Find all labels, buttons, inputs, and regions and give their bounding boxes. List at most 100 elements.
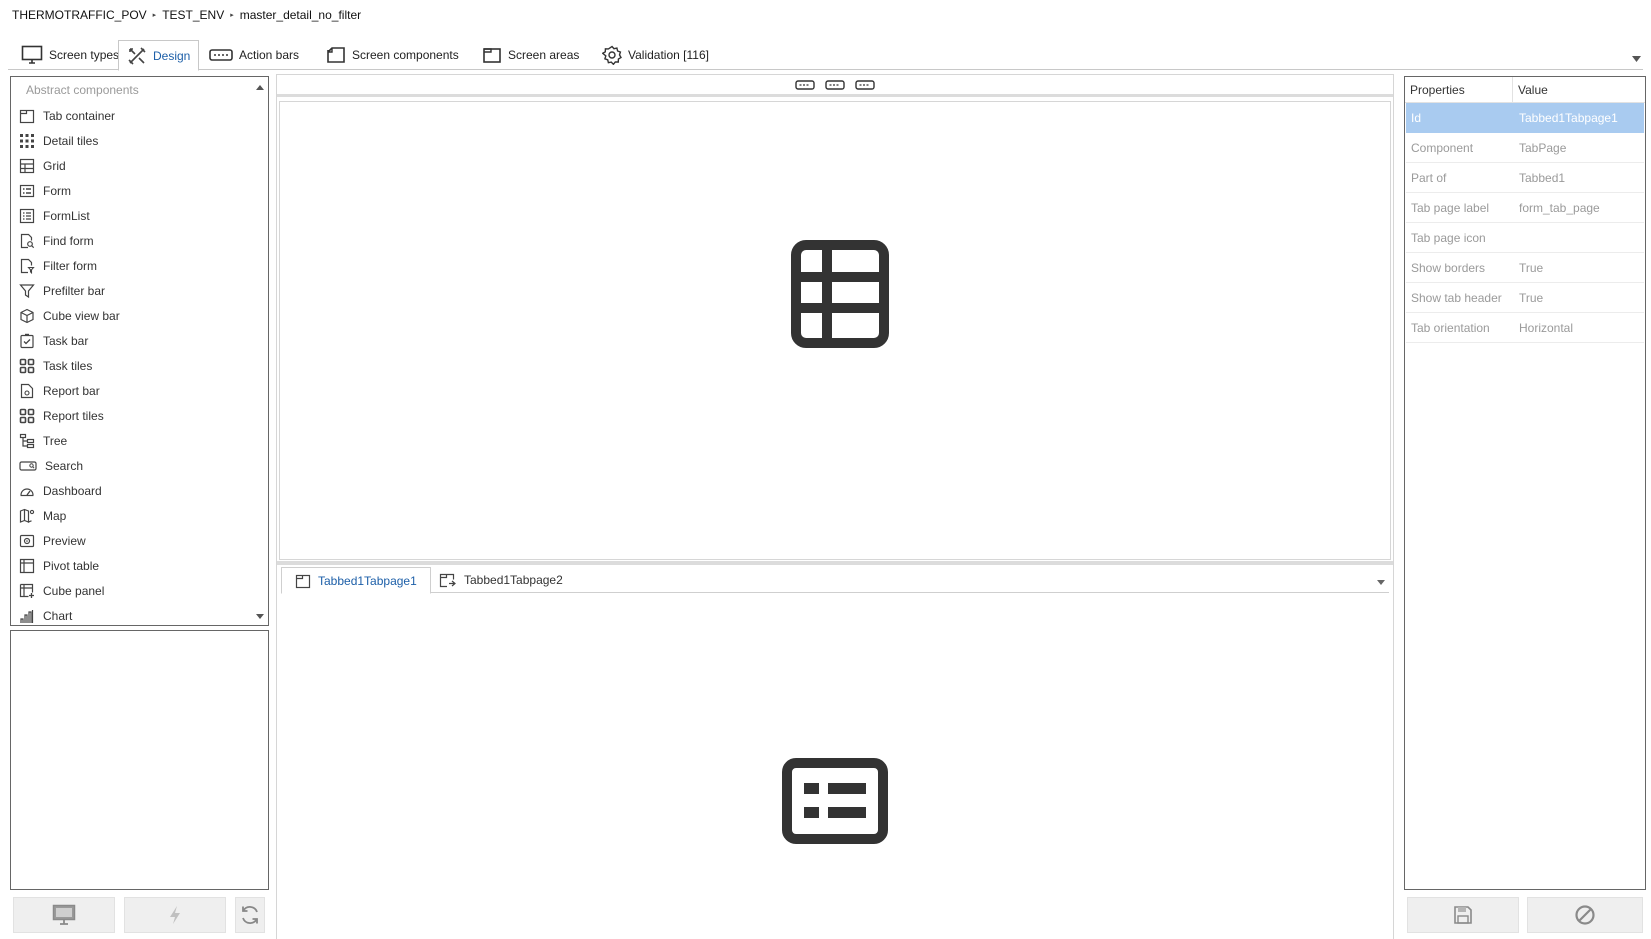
action-bar-icon[interactable]	[855, 79, 875, 90]
palette-item-label: Preview	[43, 533, 86, 548]
generate-button[interactable]	[124, 897, 226, 933]
property-value: TabPage	[1519, 140, 1567, 155]
property-row-show-tab-header[interactable]: Show tab header True	[1406, 283, 1644, 313]
palette-item-preview[interactable]: Preview	[11, 528, 268, 553]
palette-item-label: Filter form	[43, 258, 97, 273]
validation-gear-icon	[602, 45, 622, 65]
tab-page-strip: Tabbed1Tabpage1 Tabbed1Tabpage2	[281, 567, 1389, 594]
tab-design[interactable]: Design	[118, 40, 200, 71]
tab-action-bars[interactable]: Action bars	[201, 40, 307, 70]
palette-item-label: Tab container	[43, 108, 116, 123]
breadcrumb-item-env[interactable]: TEST_ENV	[162, 8, 224, 22]
palette-item-search[interactable]: Search	[11, 453, 268, 478]
funnel-icon	[19, 283, 35, 298]
palette-item-label: Search	[45, 458, 84, 473]
tab-validation[interactable]: Validation [116]	[594, 40, 717, 70]
property-key: Id	[1411, 110, 1422, 125]
palette-item-label: Cube view bar	[43, 308, 120, 323]
property-value: True	[1519, 260, 1544, 275]
tab-label: Design	[153, 48, 191, 63]
value-column-header: Value	[1518, 83, 1548, 97]
refresh-icon	[242, 906, 258, 924]
palette-item-label: Report tiles	[43, 408, 104, 423]
breadcrumb-item-project[interactable]: THERMOTRAFFIC_POV	[12, 8, 147, 22]
action-bar-icon[interactable]	[825, 79, 845, 90]
report-tiles-icon	[19, 408, 35, 423]
canvas-action-bar	[277, 75, 1393, 97]
preview-screen-button[interactable]	[13, 897, 115, 933]
palette-item-label: Grid	[43, 158, 66, 173]
top-tab-bar: Screen types Design Action bars Screen c…	[8, 40, 1643, 71]
chevron-down-icon[interactable]	[1632, 56, 1641, 62]
palette-item-detail-tiles[interactable]: Detail tiles	[11, 128, 268, 153]
scroll-down-arrow[interactable]	[255, 611, 265, 621]
property-key: Tab orientation	[1411, 320, 1490, 335]
palette-item-find-form[interactable]: Find form	[11, 228, 268, 253]
screen-areas-icon	[483, 48, 501, 63]
preview-icon	[19, 534, 35, 547]
palette-item-chart[interactable]: Chart	[11, 603, 268, 625]
master-grid-area[interactable]	[279, 101, 1391, 560]
palette-item-map[interactable]: Map	[11, 503, 268, 528]
palette-item-filter-form[interactable]: Filter form	[11, 253, 268, 278]
property-row-part-of[interactable]: Part of Tabbed1	[1406, 163, 1644, 193]
tab-page-tabbed1tabpage2[interactable]: Tabbed1Tabpage2	[426, 567, 576, 593]
tab-label: Validation [116]	[628, 48, 709, 62]
tab-page-tabbed1tabpage1[interactable]: Tabbed1Tabpage1	[281, 567, 431, 594]
palette-item-task-tiles[interactable]: Task tiles	[11, 353, 268, 378]
property-row-component[interactable]: Component TabPage	[1406, 133, 1644, 163]
palette-item-grid[interactable]: Grid	[11, 153, 268, 178]
property-row-tab-page-label[interactable]: Tab page label form_tab_page	[1406, 193, 1644, 223]
refresh-button[interactable]	[235, 897, 265, 933]
property-value: Tabbed1Tabpage1	[1519, 110, 1618, 125]
property-row-tab-orientation[interactable]: Tab orientation Horizontal	[1406, 313, 1644, 343]
palette-item-label: Report bar	[43, 383, 100, 398]
dashboard-gauge-icon	[20, 487, 34, 496]
monitor-icon	[52, 904, 76, 925]
save-button[interactable]	[1407, 897, 1519, 933]
property-row-id[interactable]: Id Tabbed1Tabpage1	[1406, 103, 1644, 133]
tab-label: Action bars	[239, 48, 300, 62]
palette-item-dashboard[interactable]: Dashboard	[11, 478, 268, 503]
grid-icon	[791, 240, 889, 348]
palette-item-task-bar[interactable]: Task bar	[11, 328, 268, 353]
palette-item-form[interactable]: Form	[11, 178, 268, 203]
property-value	[1513, 223, 1644, 252]
breadcrumb-item-screen: master_detail_no_filter	[239, 8, 362, 22]
cancel-button[interactable]	[1527, 897, 1643, 933]
palette-item-cube-view-bar[interactable]: Cube view bar	[11, 303, 268, 328]
task-bar-icon	[20, 333, 34, 348]
find-form-icon	[20, 233, 35, 248]
chevron-up-icon	[256, 84, 264, 90]
tab-label: Screen components	[352, 48, 459, 62]
palette-item-formlist[interactable]: FormList	[11, 203, 268, 228]
palette-item-tab-container[interactable]: Tab container	[11, 103, 268, 128]
action-bar-icon[interactable]	[795, 79, 815, 90]
palette-item-label: Prefilter bar	[43, 283, 106, 298]
cube-panel-icon	[19, 583, 34, 598]
palette-item-cube-panel[interactable]: Cube panel	[11, 578, 268, 603]
palette-item-pivot-table[interactable]: Pivot table	[11, 553, 268, 578]
palette-item-label: Detail tiles	[43, 133, 99, 148]
scroll-up-arrow[interactable]	[255, 82, 265, 92]
palette-item-label: Pivot table	[43, 558, 100, 573]
chevron-down-icon[interactable]	[1377, 580, 1385, 585]
palette-item-tree[interactable]: Tree	[11, 428, 268, 453]
property-value: True	[1519, 290, 1544, 305]
property-key: Show borders	[1411, 260, 1486, 275]
tab-screen-areas[interactable]: Screen areas	[474, 40, 587, 70]
tab-container-area: Tabbed1Tabpage1 Tabbed1Tabpage2	[279, 565, 1391, 937]
palette-item-label: Form	[43, 183, 71, 198]
property-row-show-borders[interactable]: Show borders True	[1406, 253, 1644, 283]
palette-item-report-bar[interactable]: Report bar	[11, 378, 268, 403]
tab-screen-types[interactable]: Screen types	[13, 40, 127, 70]
filter-form-icon	[20, 258, 35, 274]
palette-item-report-tiles[interactable]: Report tiles	[11, 403, 268, 428]
screen-components-icon	[327, 47, 345, 63]
tab-screen-components[interactable]: Screen components	[318, 40, 467, 70]
property-row-tab-page-icon[interactable]: Tab page icon	[1406, 223, 1644, 253]
palette-item-prefilter-bar[interactable]: Prefilter bar	[11, 278, 268, 303]
design-canvas: Tabbed1Tabpage1 Tabbed1Tabpage2	[276, 74, 1394, 939]
property-value: Tabbed1	[1519, 170, 1566, 185]
property-value: Horizontal	[1519, 320, 1574, 335]
